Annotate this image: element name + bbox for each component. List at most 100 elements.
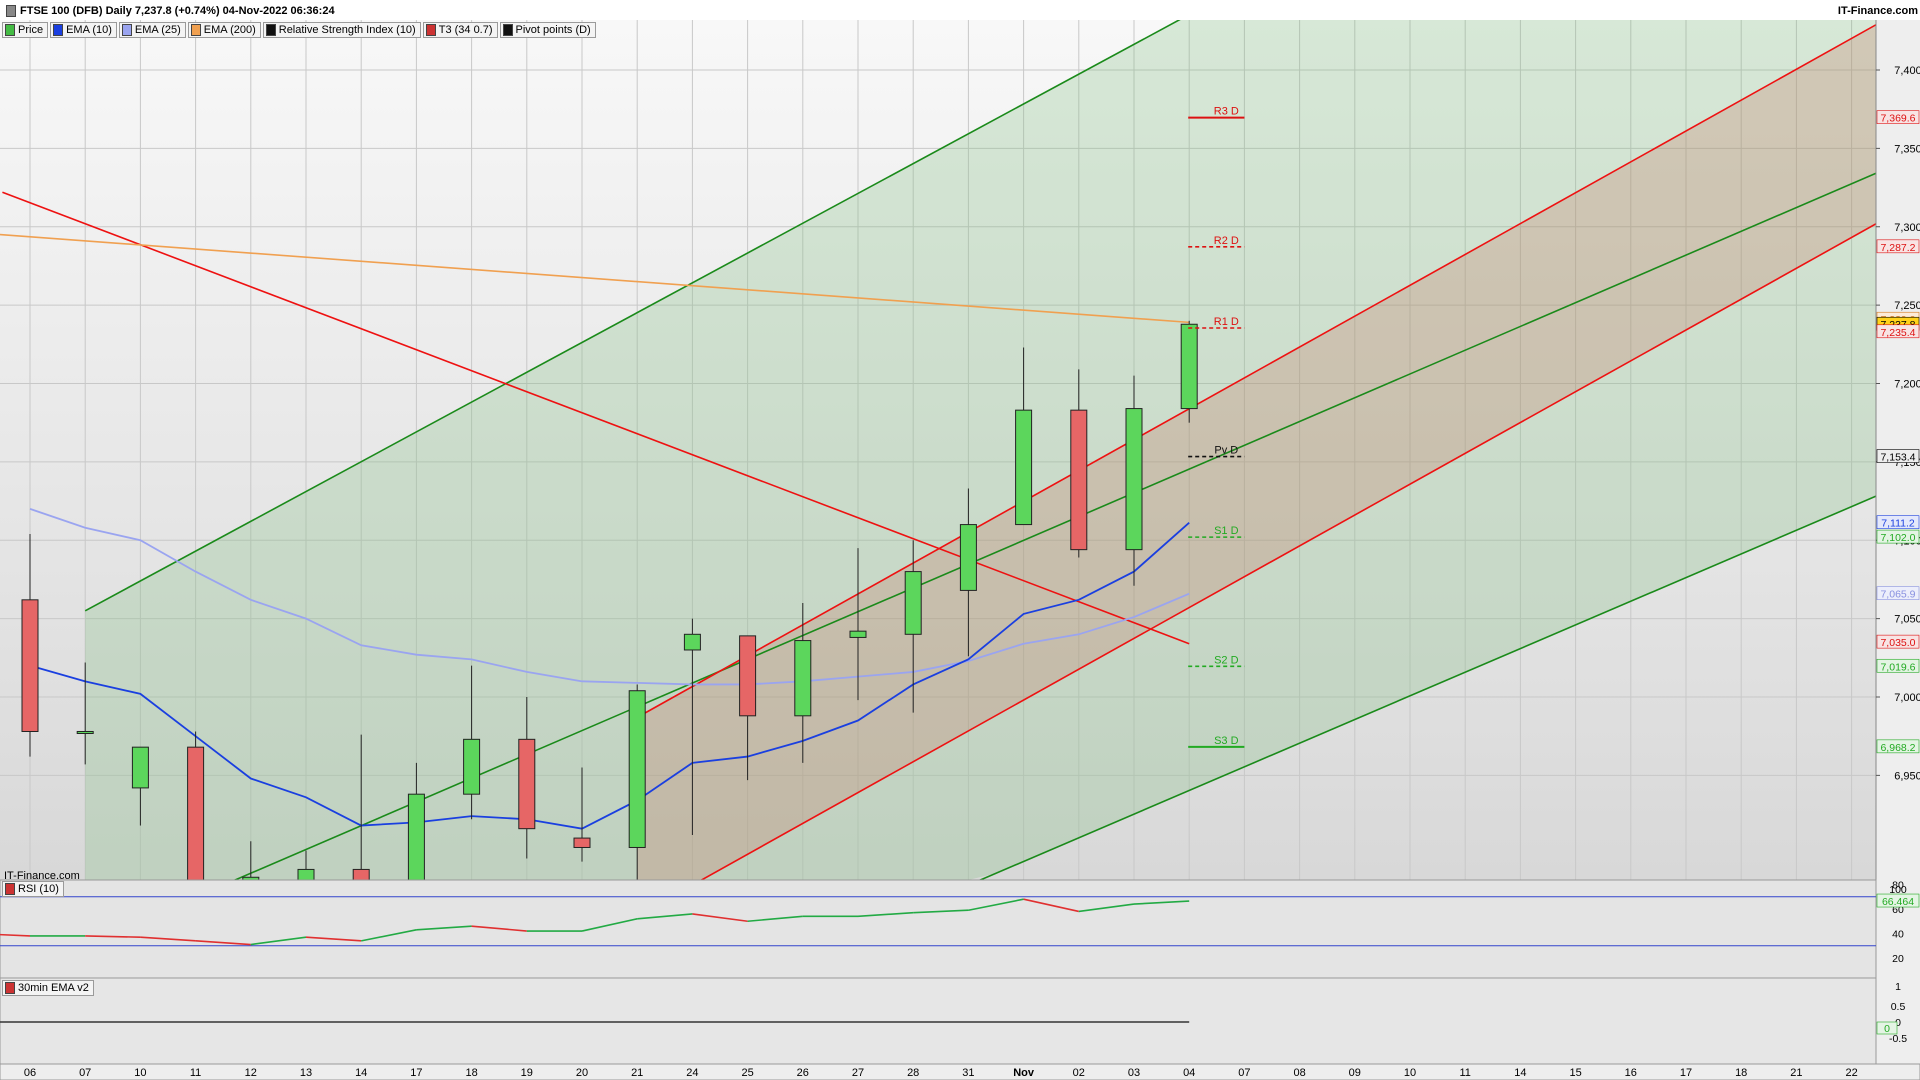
ema-panel-tick-label: 1 xyxy=(1895,981,1901,993)
x-tick-label: 06 xyxy=(24,1067,36,1079)
rsi-tick-label: 20 xyxy=(1892,953,1904,965)
ema-panel-value-label: 0 xyxy=(1884,1023,1890,1035)
candle-up xyxy=(131,746,149,789)
y-tick-label: 7,300 xyxy=(1894,222,1920,234)
ema-panel-tick-label: 0.5 xyxy=(1891,1001,1906,1013)
legend-label: Pivot points (D) xyxy=(515,24,591,36)
x-tick-label: 22 xyxy=(1845,1067,1857,1079)
rsi-tick-label: 40 xyxy=(1892,929,1904,941)
y-tick-label: 7,000 xyxy=(1894,692,1920,704)
legend-label: EMA (10) xyxy=(66,24,112,36)
x-tick-label: 18 xyxy=(465,1067,477,1079)
x-axis: 06 07 10 11 12 13 14 17 18 19 20 21 24 25 26 27 28 31 Nov 0… xyxy=(0,1063,1920,1080)
candle-down xyxy=(573,837,591,848)
x-tick-label: 17 xyxy=(1680,1067,1692,1079)
y-tick-label: 7,400 xyxy=(1894,65,1920,77)
chart-canvas: R3 D R2 D R1 D Pv D S1 D S2 D S3 D 6,950 7,000 7… xyxy=(0,20,1920,1080)
chart-title-bar: FTSE 100 (DFB) Daily 7,237.8 (+0.74%) 04… xyxy=(6,5,335,17)
x-tick-label: 16 xyxy=(1625,1067,1637,1079)
x-tick-label: 10 xyxy=(1404,1067,1416,1079)
x-tick-label: 20 xyxy=(576,1067,588,1079)
pivot-label: R1 D xyxy=(1214,316,1239,328)
ema30-panel: 10.50-0.50 xyxy=(0,977,1907,1065)
y-tick-label: 7,200 xyxy=(1894,379,1920,391)
rsi-panel: 1008060402066.464 xyxy=(0,879,1920,979)
legend-label: T3 (34 0.7) xyxy=(438,24,493,36)
x-tick-label: 10 xyxy=(134,1067,146,1079)
legend: Price EMA (10) EMA (25) EMA (200) Relative S… xyxy=(2,22,596,38)
x-tick-label: 11 xyxy=(1459,1067,1470,1079)
price-label: 7,065.9 xyxy=(1880,589,1915,601)
chart-icon xyxy=(6,5,16,17)
price-label: 7,019.6 xyxy=(1880,661,1915,673)
pivot-label: S3 D xyxy=(1214,735,1239,747)
candle-up xyxy=(683,633,701,651)
rsi-legend-swatch xyxy=(5,883,15,895)
candle-up xyxy=(904,571,922,635)
price-label: 7,287.2 xyxy=(1880,242,1915,254)
x-tick-label: 02 xyxy=(1073,1067,1085,1079)
y-tick-label: 7,050 xyxy=(1894,614,1920,626)
pivot-label: Pv D xyxy=(1214,445,1238,457)
legend-swatch xyxy=(425,24,436,36)
x-tick-label: 07 xyxy=(1238,1067,1250,1079)
candle-up xyxy=(959,524,977,591)
candle-up xyxy=(1125,408,1143,551)
legend-swatch xyxy=(265,24,276,36)
x-tick-label: 12 xyxy=(245,1067,257,1079)
x-tick-label: 26 xyxy=(797,1067,809,1079)
legend-item[interactable]: T3 (34 0.7) xyxy=(422,22,498,38)
x-tick-label: 19 xyxy=(521,1067,533,1079)
legend-item[interactable]: EMA (10) xyxy=(50,22,117,38)
x-tick-label: 11 xyxy=(190,1067,201,1079)
candle-down xyxy=(1070,409,1088,551)
candle-up xyxy=(1015,409,1033,526)
legend-item[interactable]: EMA (200) xyxy=(187,22,261,38)
legend-item[interactable]: Pivot points (D) xyxy=(499,22,596,38)
price-label: 7,235.4 xyxy=(1880,327,1915,339)
candle-up xyxy=(463,738,481,795)
ema-panel-legend: 30min EMA v2 xyxy=(2,980,94,996)
price-label: 7,369.6 xyxy=(1880,113,1915,125)
x-tick-label: 31 xyxy=(962,1067,974,1079)
legend-swatch xyxy=(5,24,15,36)
ema-panel-background xyxy=(0,977,1877,1065)
rsi-tick-label: 80 xyxy=(1892,880,1904,892)
legend-label: EMA (25) xyxy=(134,24,181,36)
x-tick-label: 13 xyxy=(300,1067,312,1079)
x-tick-label: 18 xyxy=(1735,1067,1747,1079)
candle-down xyxy=(518,738,536,830)
pivot-label: R3 D xyxy=(1214,106,1239,118)
x-tick-label: 28 xyxy=(907,1067,919,1079)
price-label: 7,102.0 xyxy=(1880,532,1915,544)
legend-item[interactable]: EMA (25) xyxy=(118,22,186,38)
x-tick-label: 08 xyxy=(1293,1067,1305,1079)
rsi-legend: RSI (10) xyxy=(2,881,64,897)
rsi-value-label: 66.464 xyxy=(1882,896,1914,908)
candle-up xyxy=(794,640,812,717)
legend-label: EMA (200) xyxy=(203,24,256,36)
x-tick-label: 15 xyxy=(1569,1067,1581,1079)
x-tick-label: 21 xyxy=(631,1067,643,1079)
chart-title: FTSE 100 (DFB) Daily 7,237.8 (+0.74%) 04… xyxy=(20,5,335,17)
y-tick-label: 6,950 xyxy=(1894,770,1920,782)
x-tick-label: 17 xyxy=(410,1067,422,1079)
price-label: 7,035.0 xyxy=(1880,637,1915,649)
x-tick-label: 27 xyxy=(852,1067,864,1079)
x-tick-label: 09 xyxy=(1349,1067,1361,1079)
rsi-background xyxy=(0,879,1877,979)
x-tick-label: 25 xyxy=(741,1067,753,1079)
pivot-label: S1 D xyxy=(1214,525,1239,537)
legend-swatch xyxy=(190,24,201,36)
x-tick-label: 14 xyxy=(355,1067,367,1079)
pivot-label: S2 D xyxy=(1214,654,1239,666)
candle-down xyxy=(21,599,39,732)
legend-item[interactable]: Relative Strength Index (10) xyxy=(262,22,421,38)
legend-label: Price xyxy=(18,24,44,36)
legend-item[interactable]: Price xyxy=(2,22,49,38)
legend-swatch xyxy=(53,24,64,36)
candle-down xyxy=(739,635,757,717)
ema-panel-tick-label: -0.5 xyxy=(1889,1033,1907,1045)
candle-up xyxy=(1180,323,1198,410)
x-tick-label: 04 xyxy=(1183,1067,1195,1079)
